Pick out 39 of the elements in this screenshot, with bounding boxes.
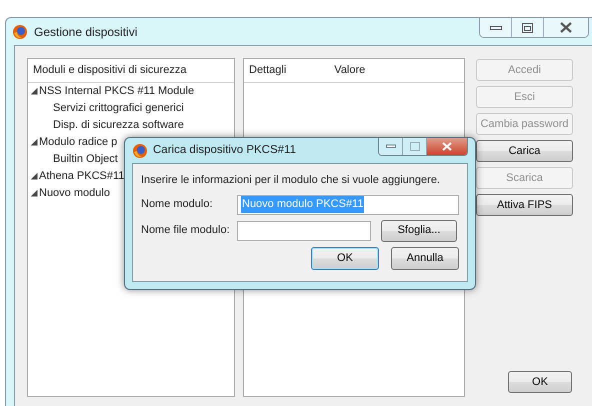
maximize-icon [522, 22, 533, 32]
close-icon [442, 142, 452, 151]
minimize-button[interactable] [480, 18, 512, 37]
maximize-button[interactable] [512, 18, 544, 37]
column-header[interactable]: Valore [334, 62, 366, 78]
close-button[interactable] [544, 18, 588, 37]
browse-button[interactable]: Sfoglia... [381, 220, 457, 242]
expander-icon[interactable] [31, 190, 38, 196]
browser-logo-icon [132, 142, 148, 158]
tree-item[interactable]: Servizi crittografici generici [53, 100, 184, 116]
dialog-button[interactable]: Annulla [391, 246, 459, 270]
minimize-icon [490, 24, 502, 30]
dialog-message: Inserire le informazioni per il modulo che si vuole aggiungere. [141, 173, 441, 188]
ok-button[interactable]: OK [508, 371, 572, 393]
browser-logo-icon [12, 24, 28, 40]
column-header[interactable]: Moduli e dispositivi di sicurezza [33, 62, 186, 78]
tree-item[interactable]: Nuovo modulo [39, 186, 110, 200]
tree-item[interactable]: Athena PKCS#11 [39, 168, 124, 184]
window-title: Gestione dispositivi [34, 24, 138, 40]
side-button[interactable]: Attiva FIPS [476, 194, 573, 216]
side-button[interactable]: Carica [476, 140, 573, 162]
field-label: Nome modulo: [141, 197, 214, 212]
input-field[interactable] [237, 220, 371, 240]
minimize-button[interactable] [379, 138, 403, 155]
column-header[interactable]: Dettagli [249, 62, 286, 78]
tree-item[interactable]: Modulo radice p [39, 134, 118, 150]
close-icon [560, 22, 572, 33]
dialog-title: Carica dispositivo PKCS#11 [153, 142, 296, 158]
field-label: Nome file modulo: [141, 223, 231, 238]
dialog-button[interactable]: OK [311, 246, 379, 270]
tree-item[interactable]: NSS Internal PKCS #11 Module [39, 84, 194, 98]
expander-icon[interactable] [31, 138, 38, 146]
expander-icon[interactable] [31, 88, 38, 94]
minimize-icon [386, 144, 396, 149]
expander-icon[interactable] [31, 172, 38, 180]
tree-item[interactable]: Builtin Object [53, 152, 118, 166]
tree-item[interactable]: Disp. di sicurezza software [53, 118, 184, 132]
maximize-icon [410, 142, 420, 151]
close-button[interactable] [427, 138, 467, 155]
